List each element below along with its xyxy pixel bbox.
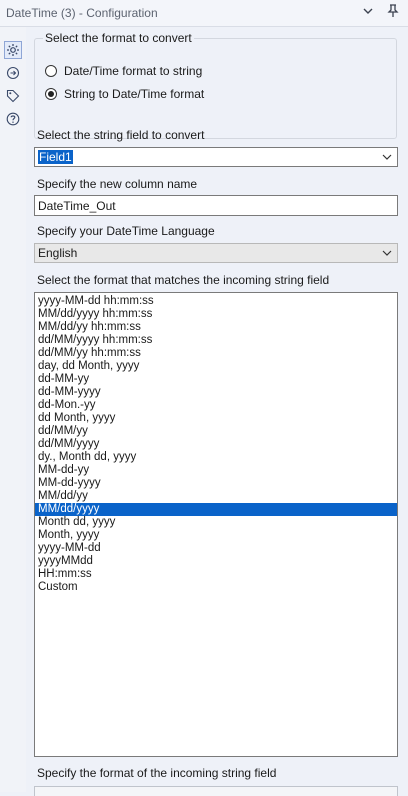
list-item[interactable]: HH:mm:ss (35, 568, 397, 581)
list-item[interactable]: MM/dd/yyyy (35, 503, 397, 516)
radio-string-to-datetime[interactable]: String to Date/Time format (45, 87, 204, 101)
list-item[interactable]: Month dd, yyyy (35, 516, 397, 529)
new-column-input[interactable]: DateTime_Out (34, 195, 398, 216)
pin-icon[interactable] (384, 4, 402, 22)
list-item[interactable]: dd/MM/yyyy (35, 438, 397, 451)
chevron-down-icon[interactable] (381, 247, 393, 259)
format-groupbox: Select the format to convert Date/Time f… (34, 31, 397, 139)
list-item[interactable]: dd-MM-yyyy (35, 386, 397, 399)
chevron-down-icon[interactable] (381, 151, 393, 163)
window-title: DateTime (3) - Configuration (6, 6, 158, 20)
list-item[interactable]: MM-dd-yyyy (35, 477, 397, 490)
list-item[interactable]: dd/MM/yy hh:mm:ss (35, 347, 397, 360)
radio-button[interactable] (45, 65, 57, 77)
list-item[interactable]: MM/dd/yy (35, 490, 397, 503)
configuration-panel: Select the format to convert Date/Time f… (26, 27, 408, 796)
list-item[interactable]: dy., Month dd, yyyy (35, 451, 397, 464)
string-field-label: Select the string field to convert (37, 128, 205, 142)
list-item[interactable]: dd/MM/yyyy hh:mm:ss (35, 334, 397, 347)
title-bar: DateTime (3) - Configuration (0, 0, 408, 27)
connection-icon[interactable] (4, 64, 22, 82)
list-item[interactable]: dd-MM-yy (35, 373, 397, 386)
list-item[interactable]: yyyy-MM-dd (35, 542, 397, 555)
format-list-label: Select the format that matches the incom… (37, 273, 330, 287)
list-item[interactable]: dd-Mon.-yy (35, 399, 397, 412)
list-item[interactable]: yyyy-MM-dd hh:mm:ss (35, 295, 397, 308)
string-field-dropdown[interactable]: Field1 (34, 147, 398, 167)
sidebar: ··· (0, 27, 26, 792)
radio-label: Date/Time format to string (64, 64, 203, 78)
gear-icon[interactable] (4, 41, 22, 59)
string-field-value: Field1 (38, 150, 73, 164)
list-item[interactable]: day, dd Month, yyyy (35, 360, 397, 373)
format-listbox[interactable]: yyyy-MM-dd hh:mm:ss MM/dd/yyyy hh:mm:ss MM… (34, 292, 398, 757)
groupbox-title: Select the format to convert (43, 31, 194, 45)
new-column-label: Specify the new column name (37, 177, 198, 191)
list-item[interactable]: MM-dd-yy (35, 464, 397, 477)
list-item[interactable]: MM/dd/yy hh:mm:ss (35, 321, 397, 334)
help-icon[interactable] (4, 110, 22, 128)
incoming-format-field[interactable] (34, 786, 398, 796)
radio-label: String to Date/Time format (64, 87, 205, 101)
list-item[interactable]: dd Month, yyyy (35, 412, 397, 425)
list-item[interactable]: dd/MM/yy (35, 425, 397, 438)
radio-datetime-to-string[interactable]: Date/Time format to string (45, 64, 202, 78)
radio-button[interactable] (45, 88, 57, 100)
list-item[interactable]: Custom (35, 581, 397, 594)
language-label: Specify your DateTime Language (37, 224, 215, 238)
tag-icon[interactable] (4, 87, 22, 105)
language-value: English (38, 246, 78, 260)
new-column-value: DateTime_Out (38, 199, 116, 213)
chevron-down-icon[interactable] (359, 4, 377, 22)
incoming-format-label: Specify the format of the incoming strin… (37, 766, 277, 780)
list-item[interactable]: yyyyMMdd (35, 555, 397, 568)
language-dropdown[interactable]: English (34, 243, 398, 263)
list-item[interactable]: Month, yyyy (35, 529, 397, 542)
list-item[interactable]: MM/dd/yyyy hh:mm:ss (35, 308, 397, 321)
